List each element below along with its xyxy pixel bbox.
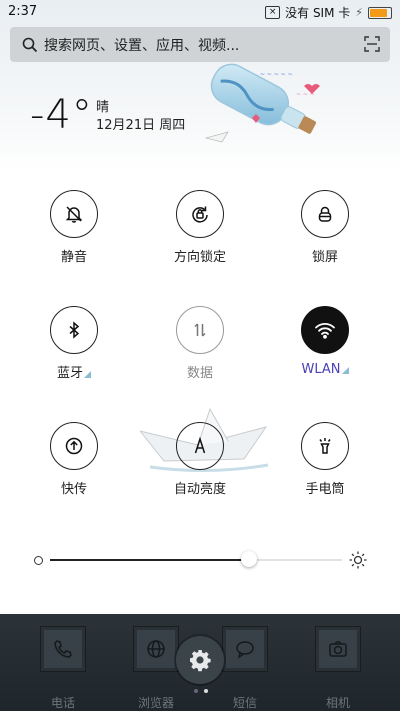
browser-icon[interactable] — [133, 626, 179, 672]
brightness-low-icon — [34, 556, 43, 565]
svg-text:~ ~ ~: ~ ~ ~ — [296, 91, 315, 98]
toggle-mobile-data[interactable]: 数据 — [145, 306, 255, 381]
charging-icon: ⚡ — [355, 6, 363, 19]
toggle-rotation-lock[interactable]: 方向锁定 — [145, 190, 255, 265]
toggle-label: WLAN — [270, 362, 380, 377]
toggle-label: 快传 — [60, 482, 87, 497]
rotation-lock-icon[interactable] — [176, 190, 224, 238]
bottle-illustration: ~ ~ ~ ~ ~ ~ ~ ~ — [204, 63, 320, 143]
camera-icon[interactable] — [315, 626, 361, 672]
dock-app-phone[interactable]: 电话 — [31, 626, 95, 711]
wifi-icon[interactable] — [301, 306, 349, 354]
dock-app-label: 短信 — [232, 696, 257, 710]
lock-icon[interactable] — [301, 190, 349, 238]
flashlight-icon[interactable] — [301, 422, 349, 470]
auto-brightness-icon[interactable] — [176, 422, 224, 470]
page-dot — [194, 689, 198, 693]
weather-condition: 晴 — [96, 100, 110, 115]
toggle-wlan[interactable]: WLAN — [270, 306, 380, 377]
weather-date: 12月21日 周四 — [96, 118, 186, 133]
battery-icon — [368, 6, 392, 19]
toggle-label: 静音 — [60, 250, 87, 265]
svg-text:~ ~ ~ ~ ~: ~ ~ ~ ~ ~ — [260, 71, 293, 78]
message-icon[interactable] — [222, 626, 268, 672]
toggle-quick-transfer[interactable]: 快传 — [19, 422, 129, 497]
toggle-label: 方向锁定 — [173, 250, 226, 265]
no-sim-icon: × — [265, 6, 281, 19]
toggle-bluetooth[interactable]: 蓝牙 — [19, 306, 129, 381]
search-icon — [18, 33, 42, 57]
weather-temperature[interactable]: -4° — [30, 92, 93, 138]
page-indicator — [194, 689, 208, 693]
brightness-high-icon — [349, 551, 367, 569]
toggle-label: 数据 — [186, 366, 213, 381]
scan-icon[interactable] — [364, 36, 380, 52]
toggle-lock-screen[interactable]: 锁屏 — [270, 190, 380, 265]
gear-icon — [190, 650, 211, 672]
dock-app-label: 浏览器 — [137, 696, 174, 710]
settings-button[interactable] — [176, 636, 224, 684]
status-bar: 2:37 × 没有 SIM 卡 ⚡ — [0, 0, 400, 24]
dock-app-camera[interactable]: 相机 — [306, 626, 370, 711]
toggle-auto-brightness[interactable]: 自动亮度 — [145, 422, 255, 497]
toggle-label: 蓝牙 — [19, 362, 129, 381]
toggle-label: 手电筒 — [305, 482, 345, 497]
dock-app-label: 电话 — [50, 696, 75, 710]
toggle-label: 锁屏 — [311, 250, 338, 265]
status-time: 2:37 — [8, 4, 38, 19]
search-placeholder: 搜索网页、设置、应用、视频... — [44, 37, 240, 54]
status-icons: × 没有 SIM 卡 ⚡ — [265, 4, 392, 21]
brightness-knob[interactable] — [240, 551, 257, 567]
quick-transfer-icon[interactable] — [50, 422, 98, 470]
brightness-fill — [50, 559, 249, 561]
toggle-silent[interactable]: 静音 — [19, 190, 129, 265]
toggle-flashlight[interactable]: 手电筒 — [270, 422, 380, 497]
mobile-data-icon[interactable] — [176, 306, 224, 354]
bluetooth-icon[interactable] — [50, 306, 98, 354]
signal-corner-indicator — [341, 367, 349, 374]
signal-corner-indicator — [84, 371, 91, 378]
search-bar[interactable]: 搜索网页、设置、应用、视频... — [10, 27, 390, 62]
brightness-slider[interactable] — [30, 548, 370, 572]
sim-status-text: 没有 SIM 卡 — [285, 6, 351, 20]
phone-icon[interactable] — [40, 626, 86, 672]
toggle-label: 自动亮度 — [173, 482, 226, 497]
bell-off-icon[interactable] — [50, 190, 98, 238]
dock-app-label: 相机 — [325, 696, 350, 710]
page-dot-active — [204, 689, 208, 693]
dock-app-messages[interactable]: 短信 — [213, 626, 277, 711]
